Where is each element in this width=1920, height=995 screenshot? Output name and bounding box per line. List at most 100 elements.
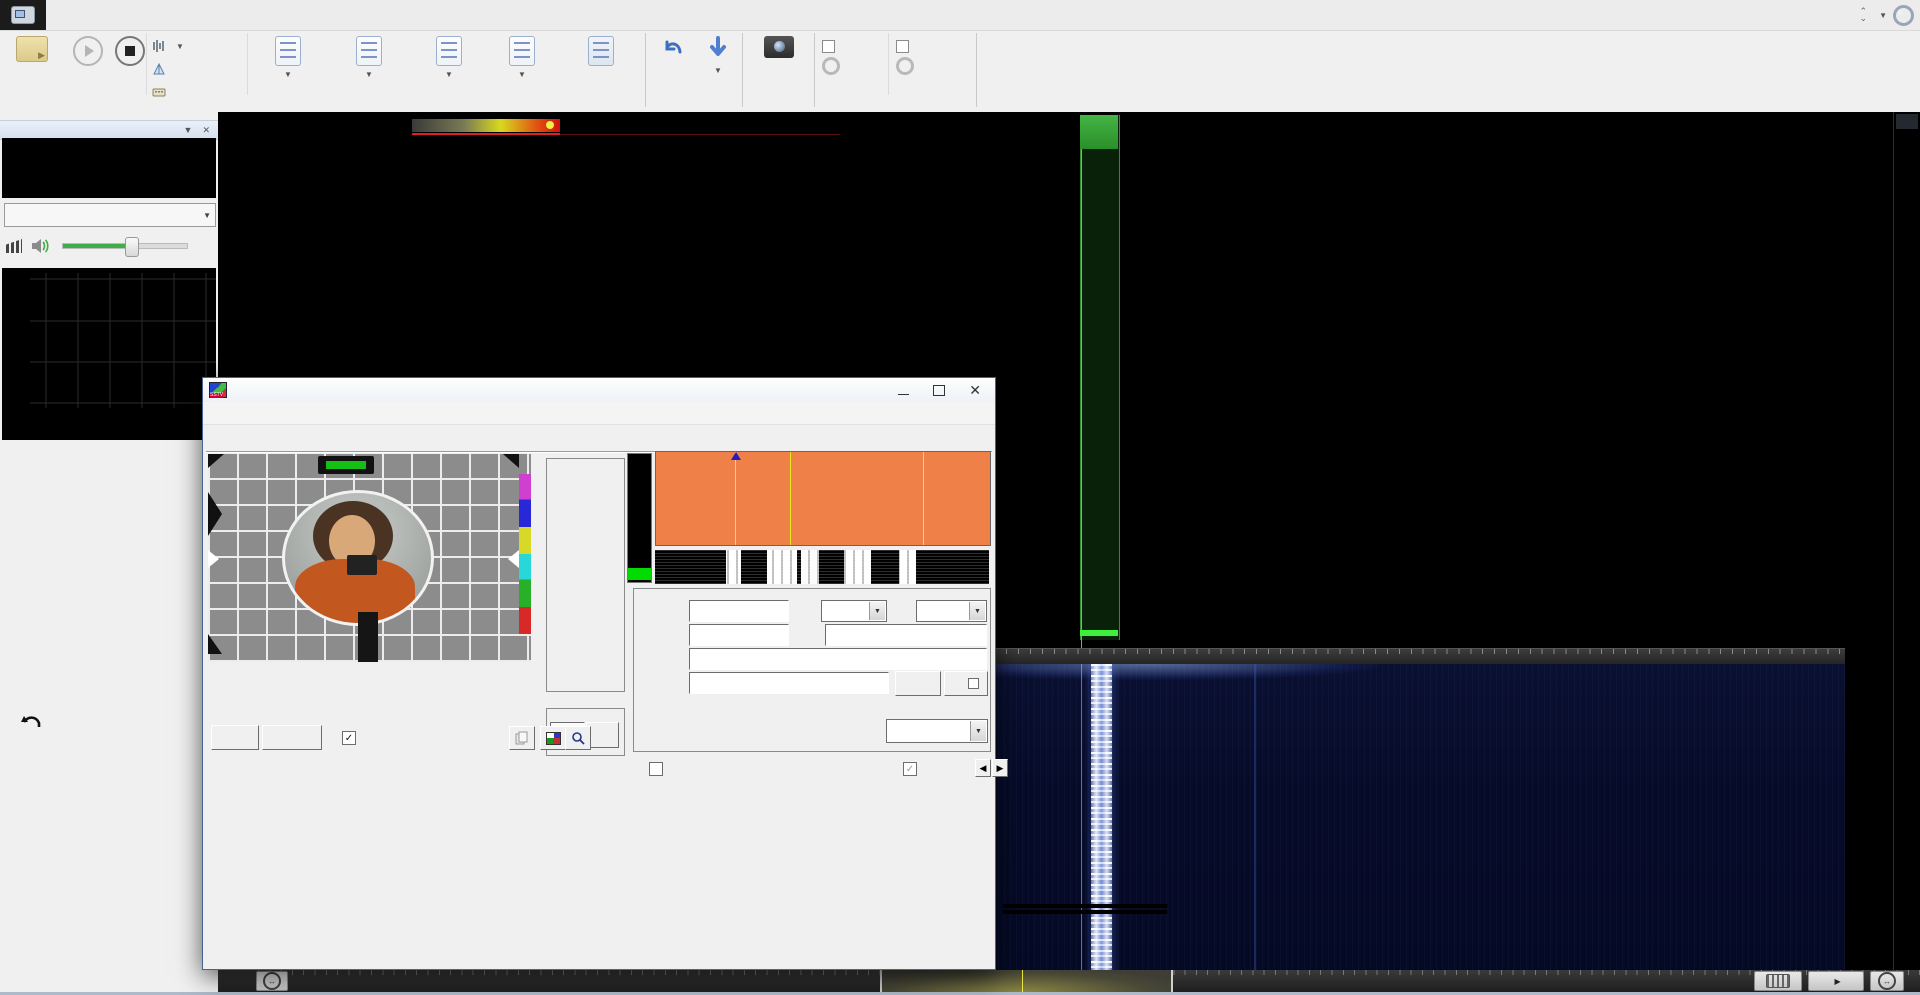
close-button[interactable]: ✕ bbox=[969, 385, 981, 395]
style-cluster: ⌃⌄ ▼ bbox=[1860, 0, 1918, 30]
sstv-tuning-spectrum[interactable] bbox=[655, 451, 991, 546]
settings-gear-icon[interactable] bbox=[1893, 5, 1914, 26]
sstv-received-image bbox=[208, 454, 531, 662]
note-input[interactable] bbox=[689, 648, 987, 670]
auto-range-button[interactable] bbox=[1896, 114, 1918, 129]
combo-caret-icon: ▼ bbox=[869, 602, 885, 620]
radio-configuration-button[interactable] bbox=[562, 32, 640, 68]
copy-pages-button[interactable] bbox=[509, 726, 535, 750]
rxid-button[interactable] bbox=[895, 671, 941, 696]
collapse-ribbon-icon[interactable]: ⌃⌄ bbox=[1860, 8, 1868, 22]
his-combo[interactable]: ▼ bbox=[821, 600, 887, 622]
tuning-cursor-line bbox=[1081, 115, 1082, 648]
equalizer-icon[interactable] bbox=[6, 239, 22, 253]
if-gain-button[interactable]: ▼ bbox=[326, 32, 412, 81]
qsl-input[interactable] bbox=[689, 672, 889, 694]
frequency-button[interactable] bbox=[152, 82, 184, 102]
resync-button[interactable] bbox=[262, 725, 322, 750]
start-icon bbox=[73, 36, 103, 66]
volume-slider-handle[interactable] bbox=[125, 237, 139, 257]
undo-arrow-icon[interactable] bbox=[20, 714, 42, 732]
level-bar-green-segment bbox=[628, 568, 651, 580]
style-caret-icon: ▼ bbox=[1879, 11, 1887, 20]
qth-input[interactable] bbox=[825, 624, 987, 646]
visual-gain-icon bbox=[436, 36, 462, 66]
auto-mute-enable-checkbox[interactable] bbox=[822, 38, 884, 54]
calibration-button[interactable] bbox=[152, 59, 184, 79]
sstv-signal-trace bbox=[1091, 664, 1112, 970]
quick-access-button[interactable] bbox=[0, 0, 46, 30]
auto-mute-options-button[interactable] bbox=[822, 58, 884, 74]
noise-blanker-options-button[interactable] bbox=[896, 58, 966, 74]
page-next-button[interactable]: ▶ bbox=[992, 759, 1008, 777]
nav-pan-left-button[interactable]: ↔ bbox=[256, 971, 288, 991]
nav-pan-right-button[interactable]: ↔ bbox=[1870, 971, 1904, 991]
volume-slider[interactable] bbox=[62, 243, 188, 249]
minimize-button[interactable] bbox=[898, 394, 909, 395]
combo-caret-icon: ▼ bbox=[970, 721, 986, 741]
screenshot-button[interactable] bbox=[748, 32, 810, 60]
rf-gain-button[interactable]: ▼ bbox=[255, 32, 321, 81]
channel-band[interactable] bbox=[1080, 115, 1120, 640]
rf-gain-icon bbox=[275, 36, 301, 66]
noise-blanker-enable-checkbox[interactable] bbox=[896, 38, 966, 54]
mmsstv-title-bar[interactable]: ✕ bbox=[203, 378, 995, 402]
speaker-icon[interactable] bbox=[30, 237, 52, 255]
history-down-arrow-icon bbox=[707, 36, 729, 62]
auto-history-checkbox[interactable]: ✓ bbox=[342, 731, 356, 745]
my-combo[interactable]: ▼ bbox=[916, 600, 987, 622]
panel-close-icon[interactable]: ✕ bbox=[202, 125, 210, 136]
frequency-display[interactable] bbox=[2, 138, 216, 198]
nav-view-window[interactable] bbox=[880, 970, 1173, 992]
history-button[interactable]: ▼ bbox=[696, 32, 740, 75]
maximize-button[interactable] bbox=[933, 385, 945, 396]
visual-gain-button[interactable]: ▼ bbox=[417, 32, 481, 81]
select-radio-icon bbox=[16, 36, 48, 62]
faint-signal-line bbox=[1254, 664, 1256, 970]
nav-keyboard-button[interactable] bbox=[1754, 971, 1802, 991]
picture-button[interactable] bbox=[540, 726, 566, 750]
nav-zoom-button[interactable]: ▶ bbox=[1808, 971, 1864, 991]
meter-red-line bbox=[412, 133, 560, 135]
magnifier-button[interactable] bbox=[565, 726, 591, 750]
log-frequency-combo[interactable]: ▼ bbox=[886, 719, 988, 743]
zoom-caret-icon: ▶ bbox=[1834, 977, 1840, 986]
rx-mode-group bbox=[546, 458, 625, 692]
meter-red-line-tail bbox=[560, 134, 840, 135]
sstv-sync-waterfall bbox=[655, 550, 989, 584]
dropdown-caret-icon: ▼ bbox=[203, 211, 211, 220]
channel-badge[interactable] bbox=[1080, 115, 1118, 149]
checkbox-icon bbox=[896, 40, 909, 53]
frequency-nav-bar[interactable]: ↔ ▶ ↔ bbox=[218, 970, 1920, 992]
panel-collapse-icon[interactable]: ▼ bbox=[184, 125, 193, 136]
circle-arrows-icon: ↔ bbox=[263, 972, 281, 990]
call-input[interactable] bbox=[689, 600, 789, 622]
stop-button[interactable] bbox=[104, 32, 156, 68]
page-prev-button[interactable]: ◀ bbox=[975, 759, 991, 777]
name-input[interactable] bbox=[689, 624, 789, 646]
lo-mode-icon bbox=[509, 36, 535, 66]
checkbox-icon bbox=[822, 40, 835, 53]
mmsstv-app-icon bbox=[209, 382, 227, 398]
abc-checkbox-button[interactable] bbox=[944, 671, 988, 696]
stop-icon bbox=[115, 36, 145, 66]
select-radio-button[interactable] bbox=[6, 32, 58, 64]
previous-button[interactable] bbox=[650, 32, 694, 64]
bandwidth-button[interactable]: ▼ bbox=[152, 36, 184, 56]
audio-input-select[interactable]: ▼ bbox=[4, 203, 216, 227]
radio-configuration-icon bbox=[588, 36, 614, 66]
mmsstv-window[interactable]: ✕ bbox=[202, 377, 996, 970]
clear-button[interactable] bbox=[211, 725, 259, 750]
abc-checkbox-icon bbox=[968, 678, 979, 689]
draft-checkbox[interactable]: ✓ bbox=[903, 762, 917, 776]
app-window-icon bbox=[11, 6, 35, 24]
volume-row bbox=[0, 232, 218, 260]
copy-pages-icon bbox=[515, 731, 529, 745]
signal-meter-gradient-bar bbox=[412, 119, 560, 132]
lo-mode-button[interactable]: ▼ bbox=[489, 32, 555, 81]
show-with-template-checkbox[interactable] bbox=[649, 762, 663, 776]
receive-panel-header[interactable]: ▼✕ bbox=[0, 120, 218, 140]
history-caret-icon: ▼ bbox=[714, 66, 722, 75]
receive-panel: ▼✕ ▼ bbox=[0, 112, 218, 995]
test-card-circle bbox=[282, 490, 434, 626]
